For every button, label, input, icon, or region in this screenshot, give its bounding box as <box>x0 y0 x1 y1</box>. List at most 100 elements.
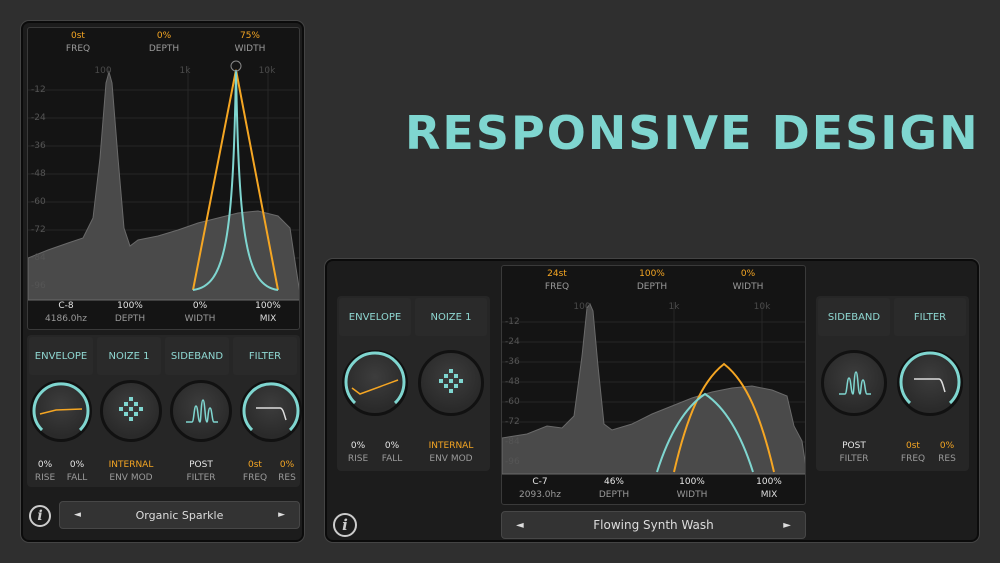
right-module-panel: SIDEBAND FILTER POST FILTER 0st FREQ 0% … <box>816 296 969 471</box>
preset-prev-button[interactable]: ◄ <box>74 510 81 520</box>
width-value: 100% <box>679 477 705 487</box>
db-mark: -36 <box>31 141 46 151</box>
preset-next-button[interactable]: ► <box>278 510 285 520</box>
freq-mark-10k: 10k <box>753 302 771 312</box>
filter-freq-value: 0st <box>906 441 920 451</box>
note-value: C-8 <box>58 301 74 311</box>
filter-freq-label: FREQ <box>242 473 268 483</box>
tab-sideband[interactable]: SIDEBAND <box>165 337 229 375</box>
module-panel: ENVELOPE NOIZE 1 SIDEBAND FILTER 0% RISE… <box>27 335 302 487</box>
db-mark: -60 <box>505 397 520 407</box>
spectrum-fill <box>502 303 805 475</box>
db-mark: -12 <box>31 85 46 95</box>
sideband-peaks-icon <box>186 399 218 423</box>
note-hz-label: 4186.0hz <box>45 314 87 324</box>
filter-knob[interactable] <box>897 350 963 416</box>
preset-prev-button[interactable]: ◄ <box>516 520 524 531</box>
db-mark: -60 <box>31 197 46 207</box>
db-mark: -24 <box>505 337 520 347</box>
spectrum-fill <box>28 70 299 301</box>
spectrum-display[interactable]: 24st FREQ 100% DEPTH 0% WIDTH 100 1k 10k… <box>501 265 806 505</box>
noize-knob[interactable] <box>100 380 162 442</box>
fall-label: FALL <box>66 473 88 483</box>
mix-value: 100% <box>756 477 782 487</box>
db-mark: -72 <box>505 417 520 427</box>
depth-value: 46% <box>603 477 624 487</box>
landscape-device: ENVELOPE NOIZE 1 0% RISE 0% FALL INTERNA… <box>325 259 979 542</box>
preset-name: Flowing Synth Wash <box>593 518 714 532</box>
mix-label: MIX <box>259 314 277 324</box>
env-mod-label: ENV MOD <box>109 473 153 483</box>
tab-noize-1[interactable]: NOIZE 1 <box>97 337 161 375</box>
width-label: WIDTH <box>676 490 708 500</box>
db-mark: -12 <box>505 317 520 327</box>
lowpass-curve-icon <box>914 378 946 393</box>
rise-value: 0% <box>37 460 53 470</box>
mix-label: MIX <box>760 490 778 500</box>
spectrum-display[interactable]: 0st FREQ 0% DEPTH 75% WIDTH 100 1k 10k -… <box>27 27 300 330</box>
rise-value: 0% <box>350 441 366 451</box>
env-mod-value: INTERNAL <box>108 460 154 470</box>
env-mod-value: INTERNAL <box>428 441 474 451</box>
depth-label: DEPTH <box>114 314 146 324</box>
db-mark: -84 <box>505 437 520 447</box>
tab-filter[interactable]: FILTER <box>233 337 297 375</box>
db-mark: -36 <box>505 357 520 367</box>
db-mark: -96 <box>505 457 520 467</box>
fall-value: 0% <box>384 441 400 451</box>
db-mark: -72 <box>31 225 46 235</box>
tab-envelope[interactable]: ENVELOPE <box>29 337 93 375</box>
preset-name: Organic Sparkle <box>135 508 224 522</box>
tab-filter[interactable]: FILTER <box>894 298 966 336</box>
tab-sideband[interactable]: SIDEBAND <box>818 298 890 336</box>
noize-knob[interactable] <box>418 350 484 416</box>
freq-mark-100: 100 <box>94 66 112 76</box>
sideband-knob[interactable] <box>821 350 887 416</box>
filter-knob[interactable] <box>240 380 302 442</box>
tab-envelope[interactable]: ENVELOPE <box>339 298 411 336</box>
lowpass-curve-icon <box>256 407 287 421</box>
db-mark: -96 <box>31 281 46 291</box>
envelope-knob[interactable] <box>30 380 92 442</box>
env-mod-label: ENV MOD <box>429 454 473 464</box>
rise-label: RISE <box>34 473 56 483</box>
width-label: WIDTH <box>184 314 216 324</box>
headline: RESPONSIVE DESIGN <box>405 106 980 160</box>
db-mark: -48 <box>31 169 46 179</box>
freq-mark-1k: 1k <box>179 66 191 76</box>
envelope-curve-icon <box>39 408 83 415</box>
info-icon[interactable]: i <box>333 513 357 537</box>
noise-grid-icon <box>119 397 143 421</box>
envelope-knob[interactable] <box>342 350 408 416</box>
envelope-curve-icon <box>351 379 399 395</box>
filter-position-value: POST <box>842 441 866 451</box>
note-value: C-7 <box>532 477 548 487</box>
filter-position-label: FILTER <box>186 473 216 483</box>
tab-noize-1[interactable]: NOIZE 1 <box>415 298 487 336</box>
preset-next-button[interactable]: ► <box>783 520 791 531</box>
filter-position-value: POST <box>189 460 213 470</box>
preset-selector[interactable]: ◄ Flowing Synth Wash ► <box>501 511 806 539</box>
fall-label: FALL <box>381 454 403 464</box>
filter-res-value: 0% <box>279 460 295 470</box>
freq-mark-100: 100 <box>573 302 591 312</box>
preset-selector[interactable]: ◄ Organic Sparkle ► <box>59 501 300 529</box>
depth-label: DEPTH <box>598 490 630 500</box>
depth-value: 100% <box>117 301 143 311</box>
note-hz-label: 2093.0hz <box>519 490 561 500</box>
db-mark: -48 <box>505 377 520 387</box>
info-icon[interactable]: i <box>29 505 51 527</box>
width-value: 0% <box>192 301 208 311</box>
sideband-peaks-icon <box>839 371 871 395</box>
db-mark: -84 <box>31 253 46 263</box>
filter-res-value: 0% <box>939 441 955 451</box>
sideband-knob[interactable] <box>170 380 232 442</box>
rise-label: RISE <box>347 454 369 464</box>
freq-mark-1k: 1k <box>668 302 680 312</box>
noise-grid-icon <box>439 369 463 393</box>
mix-value: 100% <box>255 301 281 311</box>
left-module-panel: ENVELOPE NOIZE 1 0% RISE 0% FALL INTERNA… <box>337 296 490 471</box>
portrait-device: 0st FREQ 0% DEPTH 75% WIDTH 100 1k 10k -… <box>21 21 304 542</box>
filter-position-label: FILTER <box>839 454 869 464</box>
fall-value: 0% <box>69 460 85 470</box>
